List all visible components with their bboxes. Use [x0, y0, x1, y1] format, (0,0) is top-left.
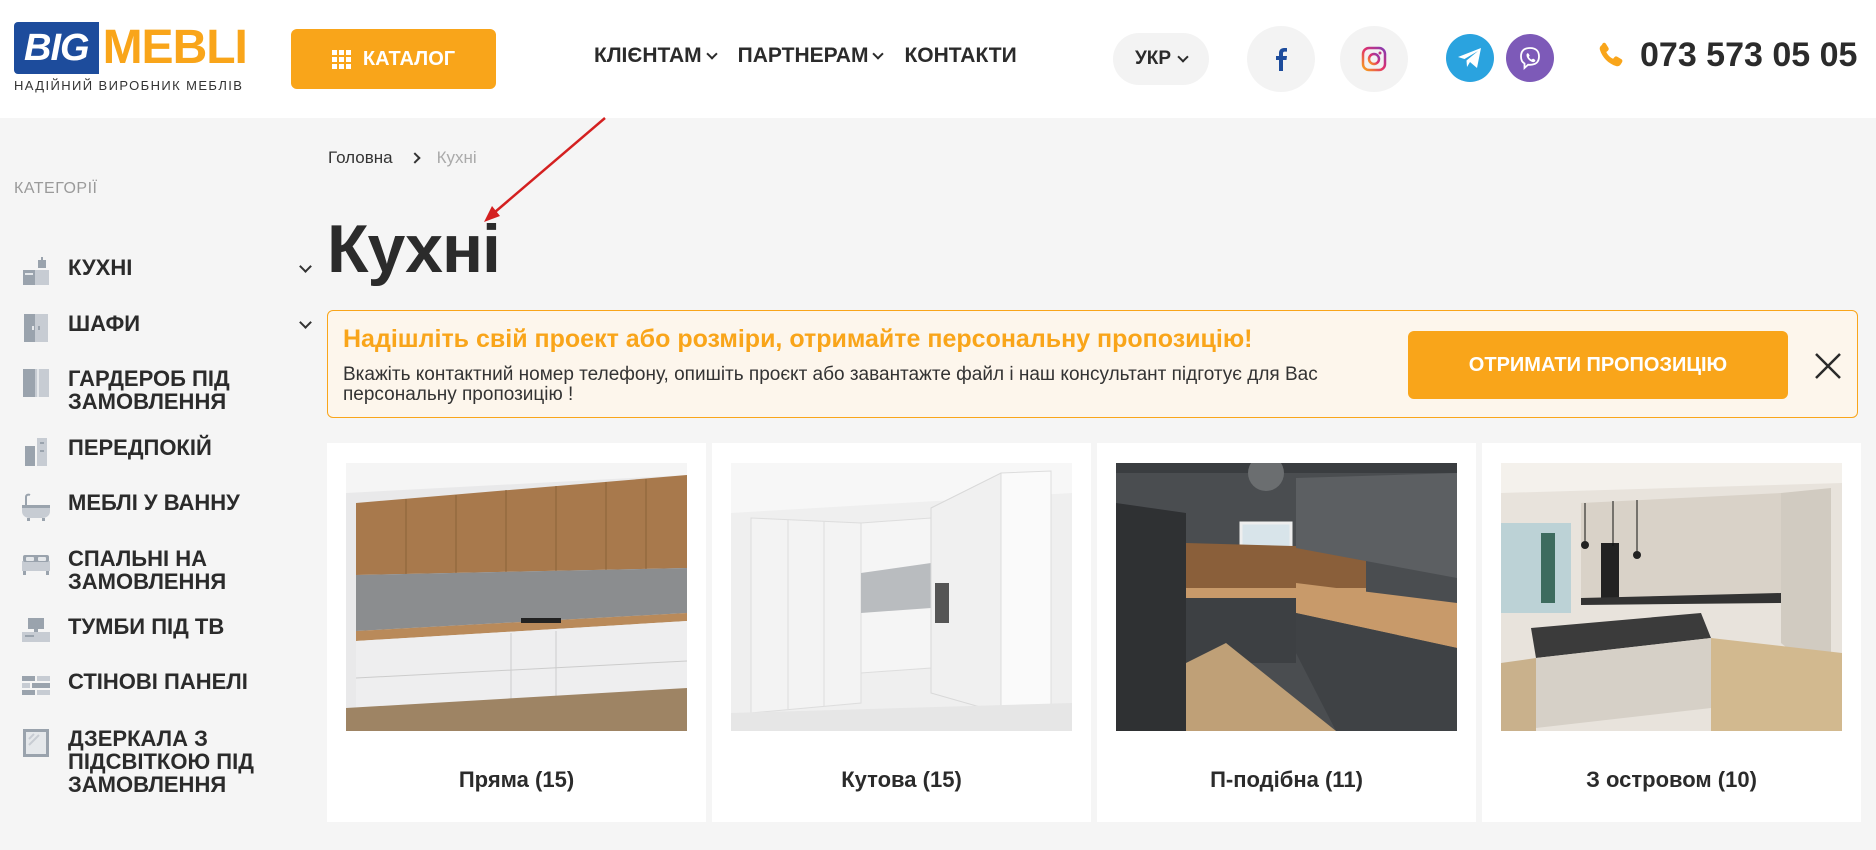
grid-icon: [331, 49, 351, 69]
facebook-link[interactable]: [1247, 26, 1315, 92]
logo-big: BIG: [14, 22, 99, 74]
nav-label: ПАРТНЕРАМ: [737, 44, 869, 67]
subcategory-card-corner[interactable]: Кутова (15): [712, 443, 1091, 822]
bathtub-icon: [22, 493, 50, 521]
breadcrumb-home-link[interactable]: Головна: [328, 148, 393, 168]
card-name: Пряма: [458, 767, 529, 792]
card-count: (10): [1717, 767, 1757, 792]
card-label: П-подібна (11): [1097, 767, 1476, 793]
sidebar-item-label: Дзеркала з підсвіткою під замовлення: [68, 726, 254, 797]
telegram-link[interactable]: [1446, 34, 1494, 82]
card-image: [346, 463, 687, 731]
close-icon[interactable]: [1813, 351, 1843, 381]
instagram-icon: [1361, 46, 1387, 72]
card-label: Пряма (15): [327, 767, 706, 793]
nav-item-clients[interactable]: КЛІЄНТАМ: [594, 44, 718, 68]
card-count: (15): [535, 767, 575, 792]
sidebar-item-label: Стінові панелі: [68, 669, 248, 694]
kitchen-icon: [23, 257, 49, 285]
sidebar-item-label: Кухні: [68, 255, 133, 280]
chevron-down-icon[interactable]: [299, 260, 312, 273]
wall-panel-icon: [22, 676, 50, 695]
phone-icon: [1599, 42, 1623, 66]
telegram-icon: [1458, 48, 1481, 68]
subcategory-card-island[interactable]: З островом (10): [1482, 443, 1861, 822]
sidebar-item-hallway[interactable]: Передпокій: [20, 436, 310, 468]
sidebar-item-label: Гардероб під замовлення: [68, 366, 230, 414]
logo-tagline: НАДІЙНИЙ ВИРОБНИК МЕБЛІВ: [14, 78, 244, 93]
card-image: [1116, 463, 1457, 731]
chevron-down-icon: [705, 47, 718, 60]
tv-stand-icon: [22, 618, 50, 642]
catalog-label: КАТАЛОГ: [362, 47, 456, 70]
viber-icon: [1520, 47, 1540, 71]
chevron-down-icon: [1177, 50, 1189, 63]
sidebar-item-label: Передпокій: [68, 435, 212, 460]
page-title: Кухні: [327, 211, 501, 287]
subcategory-card-u-shaped[interactable]: П-подібна (11): [1097, 443, 1476, 822]
breadcrumb: Головна Кухні: [328, 148, 477, 168]
bed-icon: [22, 555, 50, 575]
logo[interactable]: BIG MEBLI НАДІЙНИЙ ВИРОБНИК МЕБЛІВ: [14, 22, 254, 102]
language-label: УКР: [1134, 48, 1172, 69]
sidebar-item-bathroom[interactable]: Меблі у ванну: [20, 491, 310, 523]
subcategory-grid: Пряма (15) Кутова (15) П-подібна (11) З …: [327, 443, 1861, 822]
facebook-icon: [1276, 48, 1287, 71]
card-name: Кутова: [841, 767, 917, 792]
mirror-icon: [23, 729, 49, 757]
card-count: (15): [922, 767, 962, 792]
subcategory-card-straight[interactable]: Пряма (15): [327, 443, 706, 822]
sidebar-item-kitchens[interactable]: Кухні: [20, 255, 312, 288]
card-name: З островом: [1586, 767, 1712, 792]
proposal-banner: Надішліть свій проект або розміри, отрим…: [327, 310, 1858, 418]
card-label: Кутова (15): [712, 767, 1091, 793]
instagram-link[interactable]: [1340, 26, 1408, 92]
banner-text: Вкажіть контактний номер телефону, опиші…: [343, 364, 1318, 405]
logo-mebli: MEBLI: [102, 21, 248, 74]
chevron-down-icon: [872, 47, 885, 60]
sidebar-item-dressing-room[interactable]: Гардероб під замовлення: [20, 367, 310, 413]
category-sidebar: КАТЕГОРІЇ: [14, 180, 304, 258]
sidebar-item-wall-panels[interactable]: Стінові панелі: [20, 670, 310, 702]
site-header: BIG MEBLI НАДІЙНИЙ ВИРОБНИК МЕБЛІВ КАТАЛ…: [0, 0, 1876, 118]
phone-number: 073 573 05 05: [1640, 36, 1858, 74]
phone-link[interactable]: 073 573 05 05: [1596, 36, 1857, 75]
sidebar-item-mirrors[interactable]: Дзеркала з підсвіткою під замовлення: [20, 727, 310, 796]
sidebar-item-label: Шафи: [68, 311, 141, 336]
catalog-button[interactable]: КАТАЛОГ: [291, 29, 496, 89]
card-count: (11): [1324, 767, 1363, 792]
sidebar-item-bedrooms[interactable]: Спальні на замовлення: [20, 547, 310, 593]
wardrobe-icon: [24, 314, 48, 342]
sidebar-item-wardrobes[interactable]: Шафи: [20, 311, 312, 344]
language-selector[interactable]: УКР: [1113, 33, 1209, 85]
chevron-down-icon[interactable]: [299, 316, 312, 329]
nav-label: КОНТАКТИ: [904, 44, 1017, 67]
sidebar-item-tv-stands[interactable]: Тумби під ТВ: [20, 615, 310, 647]
hallway-icon: [25, 438, 47, 466]
main-nav: КЛІЄНТАМ ПАРТНЕРАМ КОНТАКТИ: [594, 44, 1017, 68]
card-image: [1501, 463, 1842, 731]
banner-title: Надішліть свій проект або розміри, отрим…: [343, 325, 1253, 353]
sidebar-title: КАТЕГОРІЇ: [14, 180, 98, 197]
nav-label: КЛІЄНТАМ: [594, 44, 702, 67]
card-name: П-подібна: [1210, 767, 1319, 792]
nav-item-partners[interactable]: ПАРТНЕРАМ: [737, 44, 885, 68]
get-proposal-button[interactable]: ОТРИМАТИ ПРОПОЗИЦІЮ: [1408, 331, 1788, 399]
sidebar-item-label: Меблі у ванну: [68, 490, 240, 515]
viber-link[interactable]: [1506, 34, 1554, 82]
sidebar-item-label: Спальні на замовлення: [68, 546, 227, 594]
chevron-right-icon: [408, 152, 421, 164]
card-image: [731, 463, 1072, 731]
sidebar-item-label: Тумби під ТВ: [68, 614, 225, 639]
nav-item-contacts[interactable]: КОНТАКТИ: [904, 44, 1016, 68]
card-label: З островом (10): [1482, 767, 1861, 793]
closet-icon: [23, 369, 49, 397]
